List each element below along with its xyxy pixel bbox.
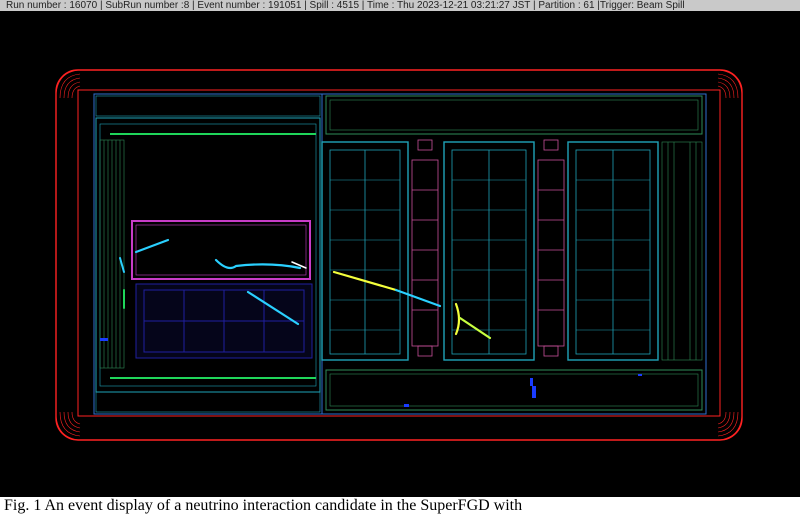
top-ecal-box: [325, 95, 703, 135]
left-ecal-ladder: [99, 139, 125, 369]
upstream-bottom-strip: [95, 391, 321, 413]
track-8: [119, 257, 125, 273]
superfgd-box-inner: [135, 224, 307, 276]
magnet-corner-top-left: [55, 69, 81, 99]
bottom-ecal-box-inner: [329, 373, 699, 407]
magnet-corner-bottom-right: [717, 411, 743, 441]
track-7: [458, 316, 492, 340]
superfgd-box: [131, 220, 311, 280]
fgd-module-2: [537, 139, 565, 357]
top-ecal-box-inner: [329, 99, 699, 131]
track-5: [394, 288, 442, 308]
event-display-viewer: Run number : 16070 | SubRun number :8 | …: [0, 0, 800, 497]
tpc-module-3: [567, 141, 659, 361]
tpc-module-1: [321, 141, 409, 361]
figure-caption: Fig. 1 An event display of a neutrino in…: [0, 497, 800, 514]
fgd-module-1: [411, 139, 439, 357]
upstream-top-strip: [95, 95, 321, 117]
downstream-ecal: [661, 141, 703, 361]
bottom-ecal-box: [325, 369, 703, 411]
magnet-corner-top-right: [717, 69, 743, 99]
track-2: [214, 258, 302, 270]
detector-display: [55, 69, 743, 441]
magnet-outer-frame: [55, 69, 743, 441]
track-6: [454, 302, 461, 336]
magnet-inner-frame: [77, 89, 721, 417]
magnet-corner-bottom-left: [55, 411, 81, 441]
track-1: [134, 238, 170, 254]
